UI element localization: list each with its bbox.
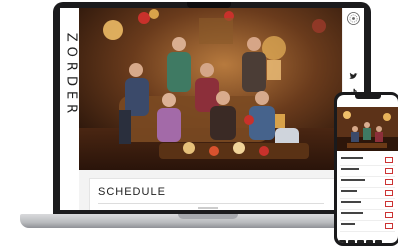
twitter-icon[interactable] [349,72,358,81]
brand-logo[interactable]: ZORDER [64,31,79,121]
list-item[interactable] [340,210,395,221]
list-item[interactable] [340,221,395,232]
schedule-section: SCHEDULE [79,170,343,210]
list-item[interactable] [340,177,395,188]
phone-schedule-list [340,155,395,232]
schedule-heading: SCHEDULE [98,186,166,198]
site-left-rail: ZORDER [60,8,79,210]
list-item[interactable] [340,166,395,177]
phone-notch [355,95,381,99]
profile-icon[interactable] [375,240,382,243]
schedule-card: SCHEDULE [89,178,335,210]
laptop-opening-notch [178,214,238,219]
list-item[interactable] [340,188,395,199]
seal-emblem-icon[interactable] [347,12,360,25]
phone-bottom-toolbar [339,233,396,243]
device-mockup-scene: ZORDER SCHEDULE [0,0,398,246]
hero-photo [79,8,343,170]
phone-hero-photo [337,107,398,151]
laptop-screen: ZORDER SCHEDULE [60,8,364,210]
home-icon[interactable] [357,240,364,243]
hero-image [79,8,343,170]
schedule-divider [98,203,324,204]
list-item[interactable] [340,199,395,210]
phone-hero-image [337,107,398,151]
share-icon[interactable] [339,240,346,243]
menu-icon[interactable] [348,240,355,243]
grid-icon[interactable] [366,240,373,243]
schedule-sub-rule [198,207,218,209]
list-item[interactable] [340,155,395,166]
phone-screen [337,95,398,243]
